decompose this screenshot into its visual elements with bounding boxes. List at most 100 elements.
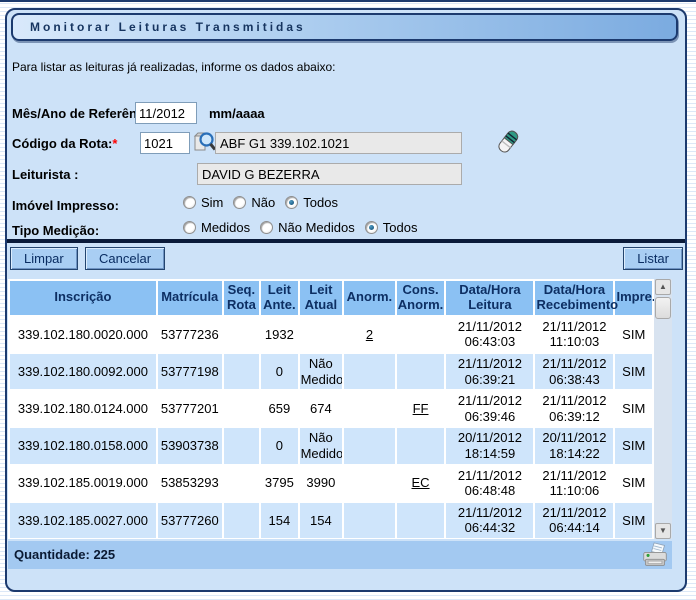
cell-leitura: 21/11/201206:44:32 — [446, 503, 533, 538]
radio-circle[interactable] — [365, 221, 378, 234]
monitor-leituras-panel: Monitorar Leituras Transmitidas Para lis… — [5, 8, 687, 592]
radio-circle[interactable] — [285, 196, 298, 209]
codigo-rota-label: Código da Rota:* — [12, 136, 117, 151]
cell-seq-rota — [224, 428, 259, 463]
required-asterisk: * — [112, 136, 117, 151]
radio-option-sim[interactable]: Sim — [183, 195, 223, 210]
cell-matricula: 53777198 — [158, 354, 222, 389]
form-row-leiturista: Leiturista : — [7, 163, 685, 189]
cell-receb: 21/11/201206:44:14 — [535, 503, 613, 538]
cell-leit-ante: 0 — [261, 354, 297, 389]
cancelar-button[interactable]: Cancelar — [85, 247, 165, 270]
radio-label: Todos — [383, 220, 418, 235]
table-row: 339.102.180.0092.000537771980Não Medido2… — [10, 354, 652, 389]
radio-label: Todos — [303, 195, 338, 210]
leiturista-field — [197, 163, 462, 185]
header-inscricao: Inscrição — [10, 281, 156, 315]
radio-label: Não — [251, 195, 275, 210]
consistencia-anormalidade-link[interactable]: EC — [412, 475, 430, 490]
cell-cons-anorm — [397, 317, 445, 352]
cell-cons-anorm — [397, 428, 445, 463]
header-matricula: Matrícula — [158, 281, 222, 315]
page-title: Monitorar Leituras Transmitidas — [11, 13, 678, 41]
cell-seq-rota — [224, 317, 259, 352]
cell-cons-anorm — [397, 354, 445, 389]
page-top-border — [0, 0, 696, 2]
radio-option-não-medidos[interactable]: Não Medidos — [260, 220, 355, 235]
cell-leitura: 20/11/201218:14:59 — [446, 428, 533, 463]
table-footer: Quantidade: 225 — [8, 541, 672, 569]
cell-receb: 21/11/201206:39:12 — [535, 391, 613, 426]
header-impre: Impre. — [615, 281, 652, 315]
cell-anorm — [344, 428, 395, 463]
anormalidade-link[interactable]: 2 — [366, 327, 373, 342]
table-row: 339.102.180.0124.00053777201659674FF21/1… — [10, 391, 652, 426]
scroll-thumb[interactable] — [655, 297, 671, 319]
radio-circle[interactable] — [260, 221, 273, 234]
cell-matricula: 53777260 — [158, 503, 222, 538]
radio-option-todos[interactable]: Todos — [285, 195, 338, 210]
actions-row: Limpar Cancelar Listar — [7, 247, 685, 271]
cell-inscricao: 339.102.180.0020.000 — [10, 317, 156, 352]
cell-cons-anorm — [397, 503, 445, 538]
cell-receb: 21/11/201206:38:43 — [535, 354, 613, 389]
table-scrollbar[interactable]: ▲ ▼ — [654, 279, 672, 539]
codigo-rota-input[interactable] — [140, 132, 190, 154]
radio-option-não[interactable]: Não — [233, 195, 275, 210]
radio-label: Não Medidos — [278, 220, 355, 235]
table-header-row: Inscrição Matrícula Seq. Rota Leit Ante.… — [10, 281, 652, 315]
printer-icon[interactable] — [641, 542, 669, 568]
cell-matricula: 53777201 — [158, 391, 222, 426]
table-row: 339.102.185.0019.0005385329337953990EC21… — [10, 466, 652, 501]
form-row-mes-ano: Mês/Ano de Referência:* mm/aaaa — [7, 102, 685, 128]
scroll-up-button[interactable]: ▲ — [655, 279, 671, 295]
header-data-hora-leitura: Data/Hora Leitura — [446, 281, 533, 315]
cell-cons-anorm: FF — [397, 391, 445, 426]
results-table-area: Inscrição Matrícula Seq. Rota Leit Ante.… — [8, 279, 672, 539]
header-leit-ante: Leit Ante. — [261, 281, 297, 315]
leiturista-label: Leiturista : — [12, 167, 78, 182]
limpar-button[interactable]: Limpar — [10, 247, 78, 270]
header-cons-anorm: Cons. Anorm. — [397, 281, 445, 315]
cell-leit-atual: 674 — [300, 391, 343, 426]
header-leit-atual: Leit Atual — [300, 281, 343, 315]
table-body: 339.102.180.0020.000537772361932221/11/2… — [10, 317, 652, 538]
consistencia-anormalidade-link[interactable]: FF — [413, 401, 429, 416]
cell-impre: SIM — [615, 391, 652, 426]
cell-leitura: 21/11/201206:39:21 — [446, 354, 533, 389]
cell-anorm: 2 — [344, 317, 395, 352]
cell-leit-ante: 3795 — [261, 466, 297, 501]
cell-leitura: 21/11/201206:39:46 — [446, 391, 533, 426]
cell-cons-anorm: EC — [397, 466, 445, 501]
cell-impre: SIM — [615, 354, 652, 389]
cell-inscricao: 339.102.180.0092.000 — [10, 354, 156, 389]
cell-receb: 21/11/201211:10:06 — [535, 466, 613, 501]
form-row-codigo-rota: Código da Rota:* — [7, 132, 685, 158]
radio-option-todos[interactable]: Todos — [365, 220, 418, 235]
cell-leit-ante: 1932 — [261, 317, 297, 352]
listar-button[interactable]: Listar — [623, 247, 683, 270]
search-icon[interactable] — [193, 130, 217, 161]
form-table-separator — [7, 239, 685, 243]
quantidade-text: Quantidade: 225 — [14, 547, 115, 562]
results-table: Inscrição Matrícula Seq. Rota Leit Ante.… — [8, 279, 654, 539]
cell-anorm — [344, 503, 395, 538]
rota-description-field — [215, 132, 462, 154]
form-row-imovel-impresso: Imóvel Impresso: SimNãoTodos — [7, 194, 685, 220]
scroll-down-button[interactable]: ▼ — [655, 523, 671, 539]
radio-circle[interactable] — [233, 196, 246, 209]
cell-seq-rota — [224, 503, 259, 538]
mes-ano-input[interactable] — [135, 102, 197, 124]
cell-inscricao: 339.102.180.0158.000 — [10, 428, 156, 463]
cell-inscricao: 339.102.185.0027.000 — [10, 503, 156, 538]
radio-circle[interactable] — [183, 196, 196, 209]
radio-label: Medidos — [201, 220, 250, 235]
radio-option-medidos[interactable]: Medidos — [183, 220, 250, 235]
cell-impre: SIM — [615, 503, 652, 538]
header-data-hora-recebimento: Data/Hora Recebimento — [535, 281, 613, 315]
cell-receb: 20/11/201218:14:22 — [535, 428, 613, 463]
radio-circle[interactable] — [183, 221, 196, 234]
header-anorm: Anorm. — [344, 281, 395, 315]
eraser-icon[interactable] — [493, 126, 523, 163]
cell-seq-rota — [224, 391, 259, 426]
